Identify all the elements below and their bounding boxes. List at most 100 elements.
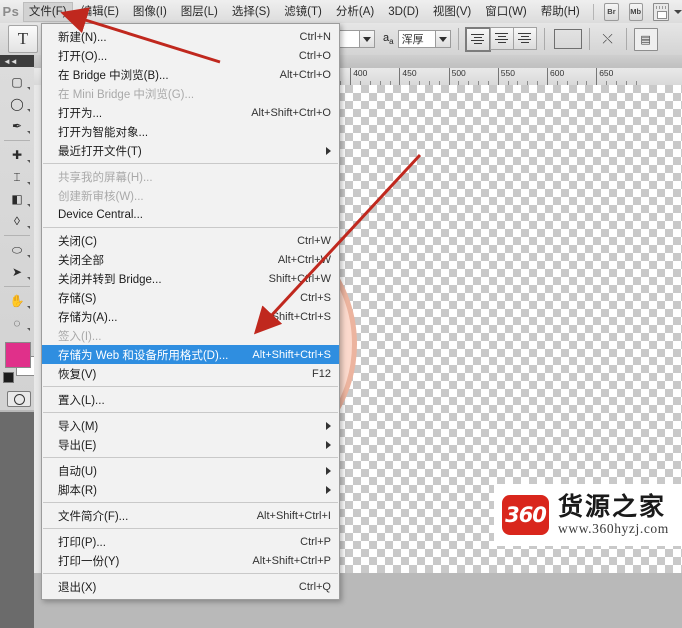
dodge-tool-icon[interactable]: ⬭ <box>0 239 34 261</box>
menu-item-label: 共享我的屏幕(H)... <box>58 171 153 184</box>
menu-item-row[interactable]: 退出(X) Ctrl+Q <box>42 577 339 596</box>
menu-item-row[interactable]: 打开为... Alt+Shift+Ctrl+O <box>42 103 339 122</box>
toolbox-tools: ▢ ◯ ✒ ✚ ⌶ ◧ ◊ ⬭ ➤ ✋ ◌ <box>0 67 34 334</box>
options-divider-3 <box>588 28 590 50</box>
menu-item-row: 在 Mini Bridge 中浏览(G)... <box>42 84 339 103</box>
menu-item-shortcut: Alt+Shift+Ctrl+S <box>252 348 331 361</box>
menu-bar: Ps 文件(F) 编辑(E) 图像(I) 图层(L) 选择(S) 滤镜(T) 分… <box>0 0 682 24</box>
lasso-tool-icon[interactable]: ◯ <box>0 93 34 115</box>
photoshop-window: Ps 文件(F) 编辑(E) 图像(I) 图层(L) 选择(S) 滤镜(T) 分… <box>0 0 682 628</box>
menu-item-row: 共享我的屏幕(H)... <box>42 167 339 186</box>
menu-item-row[interactable]: 关闭全部 Alt+Ctrl+W <box>42 250 339 269</box>
menu-item-label: Device Central... <box>58 208 144 221</box>
warp-text-icon[interactable]: ⤬ <box>597 29 619 50</box>
menu-view[interactable]: 视图(V) <box>427 2 477 22</box>
menu-3d[interactable]: 3D(D) <box>382 2 425 22</box>
file-menu-dropdown[interactable]: 新建(N)... Ctrl+N 打开(O)... Ctrl+O 在 Bridge 中浏览… <box>41 23 340 600</box>
menu-item-label: 在 Bridge 中浏览(B)... <box>58 69 169 82</box>
align-left-button[interactable] <box>464 26 491 52</box>
menu-image[interactable]: 图像(I) <box>127 2 173 22</box>
menu-item-label: 存储(S) <box>58 292 97 305</box>
hand-tool-icon[interactable]: ✋ <box>0 290 34 312</box>
quick-selection-tool-icon[interactable]: ✒ <box>0 115 34 137</box>
menu-item-row[interactable]: 新建(N)... Ctrl+N <box>42 27 339 46</box>
menu-analysis[interactable]: 分析(A) <box>330 2 380 22</box>
default-colors-icon[interactable] <box>3 372 14 383</box>
menu-item-shortcut: Ctrl+S <box>300 291 331 304</box>
menu-separator <box>43 457 338 458</box>
menu-item-label: 签入(I)... <box>58 330 102 343</box>
eraser-tool-icon[interactable]: ◧ <box>0 188 34 210</box>
menu-item-label: 自动(U) <box>58 465 97 478</box>
align-right-button[interactable] <box>512 26 537 50</box>
submenu-arrow-icon <box>326 485 331 494</box>
menu-item-row[interactable]: 自动(U) <box>42 461 339 480</box>
menu-item-row[interactable]: 导出(E) <box>42 435 339 454</box>
menu-item-label: 置入(L)... <box>58 394 105 407</box>
menu-separator <box>43 412 338 413</box>
toolbox: ◄◄ ▢ ◯ ✒ ✚ ⌶ ◧ ◊ ⬭ ➤ ✋ ◌ <box>0 55 36 628</box>
mini-bridge-icon[interactable]: Mb <box>628 2 643 21</box>
menu-item-label: 打开为... <box>58 107 103 120</box>
font-size-dropdown-icon[interactable] <box>360 30 375 48</box>
ruler-tick: 500 <box>448 68 466 85</box>
menu-item-row[interactable]: 存储为(A)... Shift+Ctrl+S <box>42 307 339 326</box>
menu-item-row[interactable]: 导入(M) <box>42 416 339 435</box>
bridge-icon[interactable]: Br <box>604 2 619 21</box>
menu-item-row[interactable]: 打印一份(Y) Alt+Shift+Ctrl+P <box>42 551 339 570</box>
menu-item-row[interactable]: 打开为智能对象... <box>42 122 339 141</box>
menu-item-row[interactable]: 脚本(R) <box>42 480 339 499</box>
menu-item-row[interactable]: 关闭(C) Ctrl+W <box>42 231 339 250</box>
menu-item-label: 新建(N)... <box>58 31 107 44</box>
menu-select[interactable]: 选择(S) <box>226 2 276 22</box>
align-center-button[interactable] <box>489 26 514 50</box>
menu-filter[interactable]: 滤镜(T) <box>278 2 328 22</box>
character-panel-icon[interactable]: ▤ <box>633 27 658 51</box>
ruler-tick: 450 <box>399 68 417 85</box>
chevron-down-icon[interactable] <box>674 9 682 14</box>
antialias-dropdown-icon[interactable] <box>435 30 451 48</box>
menu-item-row[interactable]: 关闭并转到 Bridge... Shift+Ctrl+W <box>42 269 339 288</box>
menu-item-label: 恢复(V) <box>58 368 97 381</box>
toolbox-grip[interactable]: ◄◄ <box>0 55 34 67</box>
menu-item-label: 存储为(A)... <box>58 311 118 324</box>
menu-item-shortcut: Alt+Shift+Ctrl+I <box>256 509 331 522</box>
menu-item-row[interactable]: Device Central... <box>42 205 339 224</box>
menu-item-row[interactable]: 打开(O)... Ctrl+O <box>42 46 339 65</box>
menu-separator <box>43 386 338 387</box>
menu-edit[interactable]: 编辑(E) <box>75 2 125 22</box>
menu-item-save-for-web[interactable]: 存储为 Web 和设备所用格式(D)... Alt+Shift+Ctrl+S <box>42 345 339 364</box>
foreground-color-swatch[interactable] <box>5 342 31 368</box>
zoom-tool-icon[interactable]: ◌ <box>0 312 34 334</box>
antialias-value[interactable]: 浑厚 <box>397 30 436 48</box>
clone-stamp-tool-icon[interactable]: ⌶ <box>0 166 34 188</box>
marquee-tool-icon[interactable]: ▢ <box>0 71 34 93</box>
menu-separator <box>43 573 338 574</box>
ruler-tick: 550 <box>497 68 515 85</box>
submenu-arrow-icon <box>326 421 331 430</box>
menu-file[interactable]: 文件(F) <box>22 1 73 22</box>
menu-item-row[interactable]: 最近打开文件(T) <box>42 141 339 160</box>
menu-item-row[interactable]: 置入(L)... <box>42 390 339 409</box>
menu-item-label: 创建新审核(W)... <box>58 190 144 203</box>
menu-item-label: 关闭(C) <box>58 235 97 248</box>
path-selection-tool-icon[interactable]: ➤ <box>0 261 34 283</box>
text-align-group <box>464 26 537 52</box>
menu-item-row[interactable]: 文件简介(F)... Alt+Shift+Ctrl+I <box>42 506 339 525</box>
watermark: 360 货源之家 www.360hyzj.com <box>494 484 682 546</box>
menu-item-row[interactable]: 在 Bridge 中浏览(B)... Alt+Ctrl+O <box>42 65 339 84</box>
options-divider-4 <box>625 28 627 50</box>
menu-item-row[interactable]: 打印(P)... Ctrl+P <box>42 532 339 551</box>
menu-layer[interactable]: 图层(L) <box>175 2 224 22</box>
menu-separator <box>43 163 338 164</box>
menu-window[interactable]: 窗口(W) <box>479 2 533 22</box>
menu-item-row[interactable]: 恢复(V) F12 <box>42 364 339 383</box>
blur-tool-icon[interactable]: ◊ <box>0 210 34 232</box>
type-tool-icon[interactable]: T <box>8 25 38 53</box>
menu-help[interactable]: 帮助(H) <box>535 2 586 22</box>
quick-mask-icon[interactable] <box>7 391 31 407</box>
menu-item-row[interactable]: 存储(S) Ctrl+S <box>42 288 339 307</box>
text-color-swatch[interactable] <box>553 29 582 49</box>
healing-brush-tool-icon[interactable]: ✚ <box>0 144 34 166</box>
arrange-documents-icon[interactable] <box>652 2 669 21</box>
